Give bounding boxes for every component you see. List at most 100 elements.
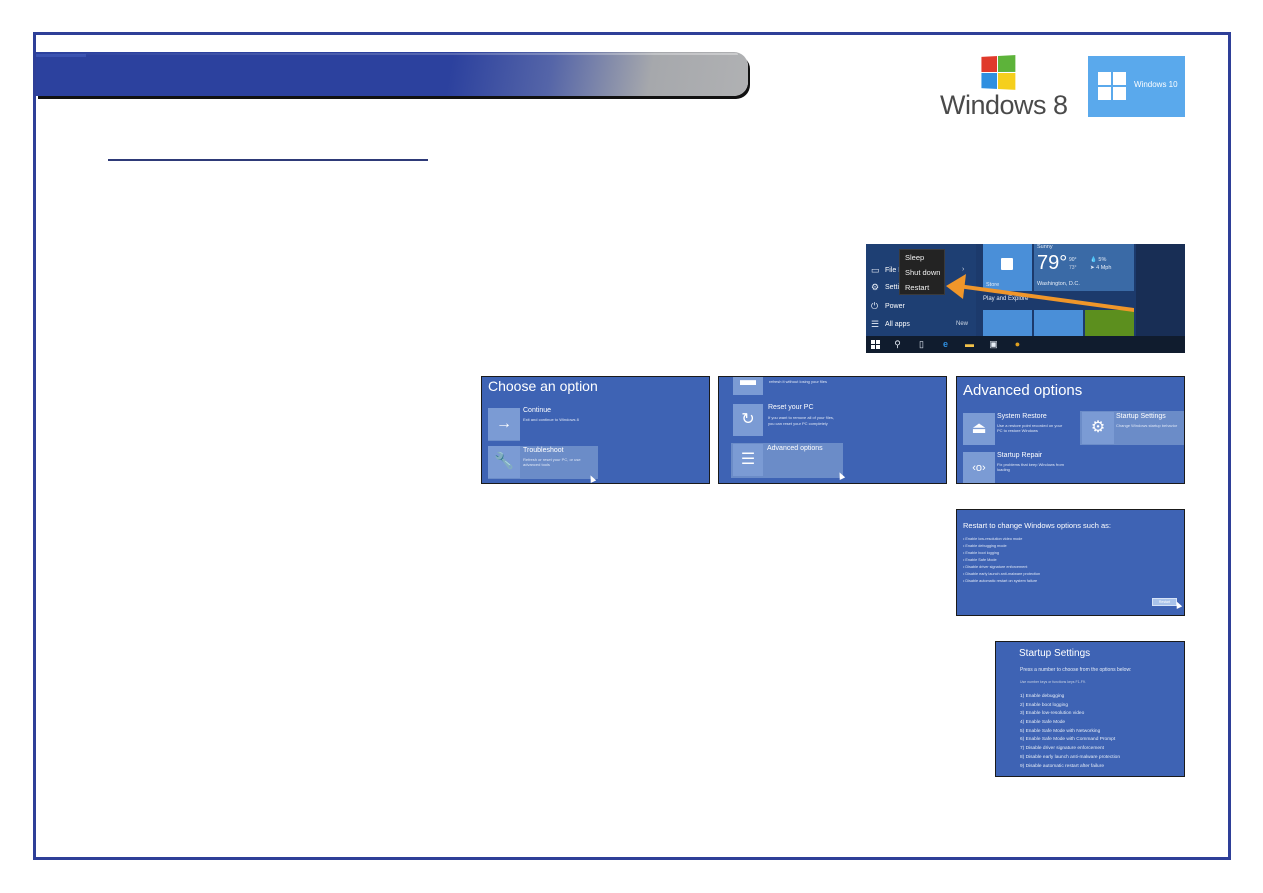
task-view-icon[interactable]: ▯	[916, 339, 927, 350]
list-item[interactable]: 1) Enable debugging	[1020, 693, 1120, 702]
settings-icon: ⚙	[871, 282, 880, 292]
reset-pc-option[interactable]: ↻	[733, 404, 763, 436]
list-item[interactable]: 9) Disable automatic restart after failu…	[1020, 763, 1120, 772]
startup-settings-title: Startup Settings	[1019, 648, 1091, 659]
startup-settings-option[interactable]: ⚙ Startup Settings Change Windows startu…	[1080, 411, 1184, 445]
power-menu-restart[interactable]: Restart	[900, 280, 944, 295]
restart-options-title: Restart to change Windows options such a…	[963, 521, 1111, 530]
mouse-cursor-icon	[1173, 600, 1183, 609]
startup-repair-icon: ‹o›	[963, 452, 995, 483]
list-item[interactable]: 2) Enable boot logging	[1020, 702, 1120, 711]
tools-icon: 🔧	[488, 446, 520, 478]
weather-precip: 💧 5%	[1090, 257, 1107, 263]
choose-option-screen: Choose an option → Continue Exit and con…	[481, 376, 710, 484]
windows-8-logo: Windows 8	[938, 55, 1068, 120]
list-item[interactable]: 5) Enable Safe Mode with Networking	[1020, 728, 1120, 737]
reset-pc-icon: ↻	[733, 404, 763, 436]
reset-pc-desc-2: you can reset your PC completely	[768, 421, 828, 426]
xbox-tile[interactable]	[1085, 310, 1134, 336]
arrow-right-icon: →	[488, 408, 520, 440]
startup-settings-subtitle: Press a number to choose from the option…	[1020, 667, 1132, 673]
store-bag-icon	[1001, 258, 1013, 270]
startup-settings-title: Startup Settings	[1116, 413, 1166, 420]
refresh-option[interactable]: ▬	[733, 377, 763, 395]
start-item-power[interactable]: ⏻ Power	[871, 302, 905, 311]
list-item[interactable]: 4) Enable Safe Mode	[1020, 719, 1120, 728]
weather-temperature: 79°	[1037, 252, 1068, 274]
startup-settings-screen: Startup Settings Press a number to choos…	[995, 641, 1185, 777]
desktop-background	[1136, 244, 1185, 336]
weather-low: 73°	[1069, 265, 1077, 271]
file-explorer-icon[interactable]: ▬	[964, 339, 975, 350]
weather-city: Washington, D.C.	[1037, 281, 1080, 287]
advanced-options-option[interactable]: ☰ Advanced options	[731, 443, 843, 478]
reset-pc-desc-1: If you want to remove all of your files,	[768, 415, 835, 420]
store-icon[interactable]: ▣	[988, 339, 999, 350]
continue-option[interactable]: →	[488, 408, 520, 441]
groove-music-tile[interactable]	[983, 310, 1032, 336]
restart-options-screen: Restart to change Windows options such a…	[956, 509, 1185, 616]
start-icon[interactable]	[870, 339, 881, 350]
wind-icon: ➤	[1090, 265, 1095, 271]
system-restore-desc-2: PC to restore Windows	[997, 428, 1038, 433]
list-item: Enable boot logging	[963, 550, 1040, 557]
continue-desc: Exit and continue to Windows 8	[523, 417, 579, 422]
chrome-icon[interactable]: ●	[1012, 339, 1023, 350]
system-restore-icon: ⏏	[963, 413, 995, 445]
startup-settings-list: 1) Enable debugging 2) Enable boot loggi…	[1020, 693, 1120, 771]
choose-option-title: Choose an option	[488, 378, 598, 394]
list-item[interactable]: 7) Disable driver signature enforcement	[1020, 745, 1120, 754]
tile-group-label: Play and Explore	[983, 296, 1029, 302]
startup-repair-option[interactable]: ‹o›	[963, 452, 995, 483]
list-item[interactable]: 6) Enable Safe Mode with Command Prompt	[1020, 736, 1120, 745]
weather-tile[interactable]: Sunny 79° 90° 73° 💧 5% ➤ 4 Mph Washingto…	[1034, 244, 1134, 291]
advanced-options-title: Advanced options	[767, 445, 823, 452]
search-icon[interactable]: ⚲	[892, 339, 903, 350]
power-menu: Sleep Shut down Restart	[899, 249, 945, 295]
edge-icon[interactable]: e	[940, 339, 951, 350]
gear-icon: ⚙	[1082, 412, 1114, 444]
troubleshoot-screen: ▬ refresh it without losing your files ↻…	[718, 376, 947, 484]
store-tile-label: Store	[986, 282, 1000, 288]
reset-pc-title: Reset your PC	[768, 404, 814, 411]
movies-tv-tile[interactable]	[1034, 310, 1083, 336]
store-tile[interactable]: Store	[983, 244, 1032, 291]
weather-high: 90°	[1069, 257, 1077, 263]
troubleshoot-option[interactable]: 🔧 Troubleshoot Refresh or reset your PC,…	[488, 446, 598, 479]
power-icon: ⏻	[871, 301, 879, 311]
power-menu-sleep[interactable]: Sleep	[900, 250, 944, 265]
list-item: Disable automatic restart on system fail…	[963, 578, 1040, 585]
list-item: Enable Safe Mode	[963, 557, 1040, 564]
weather-wind: ➤ 4 Mph	[1090, 265, 1112, 271]
weather-condition: Sunny	[1037, 244, 1053, 250]
start-menu-screenshot: ▭ File E ⚙ Settin ⏻ Power ☰ All apps › N…	[866, 244, 1185, 353]
system-restore-title: System Restore	[997, 413, 1047, 420]
startup-repair-title: Startup Repair	[997, 452, 1043, 459]
continue-title: Continue	[523, 407, 552, 414]
mouse-cursor-icon	[836, 471, 846, 480]
list-item: Enable debugging mode	[963, 543, 1040, 550]
system-restore-option[interactable]: ⏏	[963, 413, 995, 445]
start-menu-left-pane: ▭ File E ⚙ Settin ⏻ Power ☰ All apps › N…	[866, 244, 976, 336]
startup-repair-desc-2: loading	[997, 467, 1010, 472]
list-item: Disable early launch anti-malware protec…	[963, 571, 1040, 578]
refresh-pc-icon: ▬	[733, 377, 763, 395]
troubleshoot-title: Troubleshoot	[523, 447, 564, 454]
advanced-options-screen: Advanced options ⏏ System Restore Use a …	[956, 376, 1185, 484]
list-item: Enable low-resolution video mode	[963, 536, 1040, 543]
windows-10-flag-icon	[1098, 72, 1126, 100]
start-item-all-apps[interactable]: ☰ All apps	[871, 320, 910, 329]
power-menu-shut-down[interactable]: Shut down	[900, 265, 944, 280]
windows-8-flag-icon	[981, 55, 1016, 91]
checklist-icon: ☰	[733, 444, 763, 476]
windows-10-logo: Windows 10	[1088, 56, 1185, 117]
restart-options-list: Enable low-resolution video mode Enable …	[963, 536, 1040, 585]
raindrop-icon: 💧	[1090, 257, 1097, 263]
section-heading-underline	[108, 159, 428, 161]
windows-10-label: Windows 10	[1134, 80, 1178, 89]
chevron-right-icon: ›	[962, 266, 965, 273]
advanced-options-title: Advanced options	[963, 382, 1083, 399]
list-item: Disable driver signature enforcement	[963, 564, 1040, 571]
list-item[interactable]: 3) Enable low-resolution video	[1020, 710, 1120, 719]
list-item[interactable]: 8) Disable early launch anti-malware pro…	[1020, 754, 1120, 763]
